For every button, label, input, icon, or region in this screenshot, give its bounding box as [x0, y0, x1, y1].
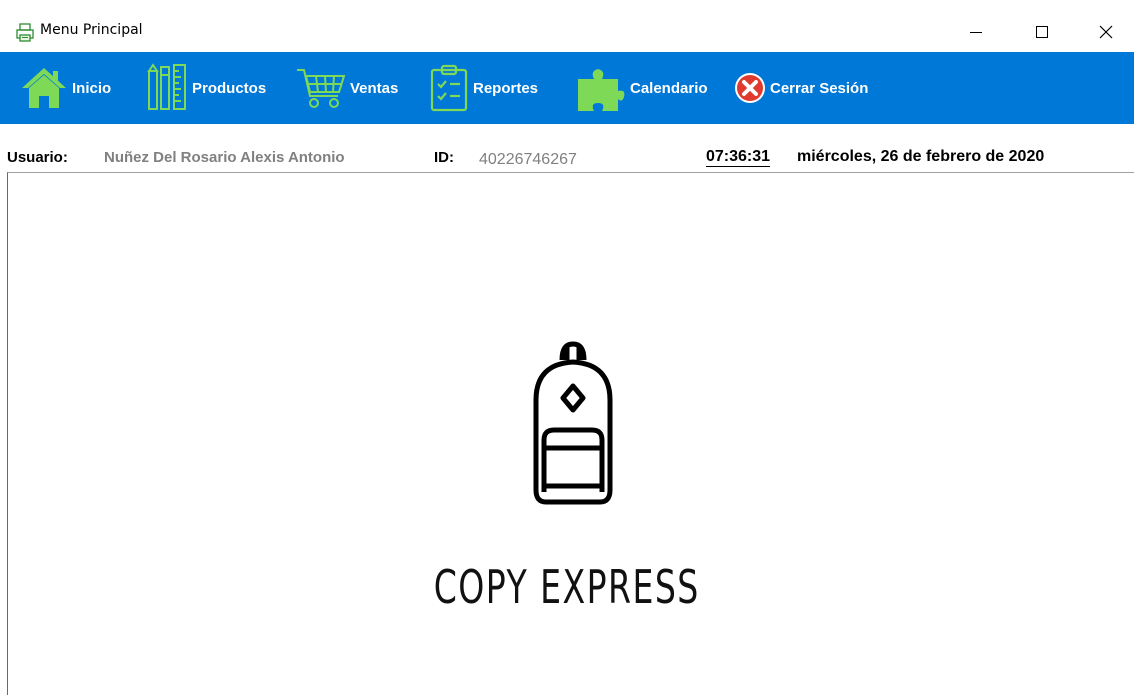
window-title: Menu Principal — [40, 22, 143, 38]
menu-item-label: Ventas — [350, 79, 399, 97]
maximize-button[interactable] — [1022, 20, 1062, 44]
main-menu-bar: Inicio Productos Ventas Reportes Calenda… — [0, 52, 1134, 124]
usuario-label: Usuario: — [7, 149, 68, 166]
menu-item-label: Productos — [192, 79, 267, 97]
close-button[interactable] — [1086, 20, 1126, 44]
id-label: ID: — [434, 149, 454, 166]
menu-item-label: Cerrar Sesión — [770, 79, 869, 97]
menu-item-reportes[interactable]: Reportes — [429, 60, 538, 116]
close-icon — [1099, 25, 1113, 39]
user-info-bar: Usuario: Nuñez Del Rosario Alexis Antoni… — [0, 124, 1134, 172]
usuario-value: Nuñez Del Rosario Alexis Antonio — [104, 149, 345, 166]
clipboard-checklist-icon — [429, 64, 469, 112]
menu-item-inicio[interactable]: Inicio — [20, 60, 111, 116]
close-circle-icon — [734, 72, 766, 104]
backpack-icon — [516, 340, 630, 510]
current-date: miércoles, 26 de febrero de 2020 — [797, 148, 1045, 165]
shopping-cart-icon — [296, 66, 346, 110]
menu-item-calendario[interactable]: Calendario — [574, 60, 708, 116]
printer-icon — [14, 21, 36, 43]
menu-item-productos[interactable]: Productos — [146, 60, 266, 116]
menu-item-label: Calendario — [630, 79, 708, 97]
menu-item-ventas[interactable]: Ventas — [296, 60, 398, 116]
minimize-icon — [970, 32, 982, 33]
minimize-button[interactable] — [956, 20, 996, 44]
puzzle-icon — [574, 65, 626, 111]
menu-item-label: Inicio — [72, 79, 112, 97]
home-icon — [20, 66, 68, 110]
clock-time: 07:36:31 — [706, 148, 771, 167]
menu-item-label: Reportes — [473, 79, 539, 97]
brand-name: COPY EXPRESS — [433, 560, 700, 614]
id-value: 40226746267 — [479, 151, 577, 168]
title-bar: Menu Principal — [0, 0, 1134, 52]
pencils-ruler-icon — [146, 63, 188, 113]
maximize-icon — [1036, 26, 1048, 38]
menu-item-cerrar-sesion[interactable]: Cerrar Sesión — [734, 60, 868, 116]
